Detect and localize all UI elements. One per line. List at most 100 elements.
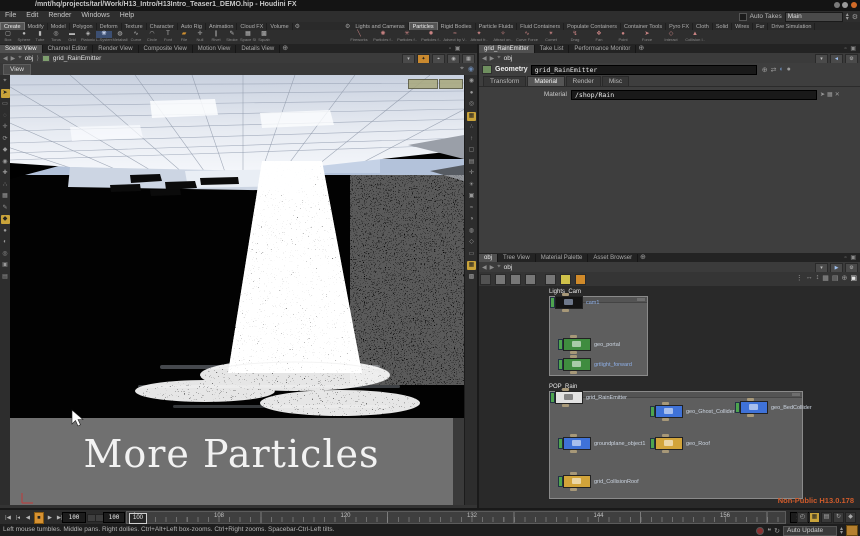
shelf-tool[interactable]: ✹ Particles f..	[419, 30, 443, 42]
shelf-tool[interactable]: ▮ Tube	[32, 30, 48, 42]
display-icon[interactable]: ☀	[467, 181, 476, 190]
toolbar-icon[interactable]: ▤	[1, 273, 10, 282]
sync-icon[interactable]: ↻	[774, 527, 780, 535]
auto-update-select[interactable]: Auto Update	[783, 526, 837, 536]
display-icon[interactable]: ∴	[467, 123, 476, 132]
take-select[interactable]: Main	[785, 12, 843, 22]
shelf-tool[interactable]: ✳ Particles f..	[395, 30, 419, 42]
node-output-connector[interactable]	[570, 450, 577, 453]
network-node[interactable]: grid_RainEmitter	[550, 392, 627, 403]
shelf-tool[interactable]: ╲ Fireworks	[347, 30, 371, 42]
shelf-gear-icon[interactable]	[295, 23, 300, 30]
shelf-tool[interactable]: ▲ Collision I..	[683, 30, 707, 42]
shelf-tab[interactable]: Fluid Containers	[517, 23, 564, 30]
param-tab[interactable]: Misc	[602, 76, 629, 87]
node-tile[interactable]	[555, 296, 583, 309]
badge-icon[interactable]	[480, 274, 491, 285]
toolbar-icon[interactable]: ⌖	[1, 77, 10, 86]
take-spinner[interactable]: ▴▾	[846, 13, 849, 21]
node-tile[interactable]	[740, 401, 768, 414]
toolbar-icon[interactable]: ◆	[1, 146, 10, 155]
frame-all-icon[interactable]: ▣	[850, 274, 857, 282]
network-node[interactable]: grid_CollisionRoof	[558, 476, 639, 487]
node-tile[interactable]	[655, 405, 683, 418]
shelf-tool[interactable]: ◈ Platonic	[80, 30, 96, 42]
badge-icon[interactable]	[510, 274, 521, 285]
list-icon[interactable]: ▤	[832, 274, 839, 282]
shelf-tool[interactable]: ✦ Attract fr..	[467, 30, 491, 42]
range-start-field[interactable]: 100	[103, 512, 125, 523]
go-start-button[interactable]: |◀	[4, 513, 12, 523]
node-output-connector[interactable]	[570, 488, 577, 491]
node-output-connector[interactable]	[747, 414, 754, 417]
network-node[interactable]: geo_portal	[558, 339, 620, 350]
shelf-tool[interactable]: ▬ Grid	[64, 30, 80, 42]
pane-controls[interactable]: ▫ ▣	[845, 45, 857, 52]
shelf-tool[interactable]: ▢ Box	[0, 30, 16, 42]
current-frame-field[interactable]: 100	[62, 512, 86, 523]
shelf-tool[interactable]: ✛ Null	[192, 30, 208, 42]
display-icon[interactable]: ◇	[467, 238, 476, 247]
breadcrumb-context[interactable]: obj	[25, 55, 34, 62]
world-icon[interactable]: ◐	[779, 66, 783, 74]
open-floating-icon[interactable]: ▦	[827, 91, 833, 98]
shelf-tab[interactable]: Volume	[267, 23, 292, 30]
layout-v-icon[interactable]: ↕	[816, 274, 820, 282]
maximize-button[interactable]	[842, 2, 848, 8]
close-button[interactable]	[851, 2, 857, 8]
toolbar-icon[interactable]: ◐	[1, 238, 10, 247]
shelf-tool[interactable]: ◠ Circle	[144, 30, 160, 42]
shelf-tool[interactable]: ❖ Fan	[587, 30, 611, 42]
shelf-tool[interactable]: T Font	[160, 30, 176, 42]
auto-takes-checkbox[interactable]	[739, 13, 747, 21]
stop-button[interactable]: ■	[34, 512, 44, 524]
shelf-tab[interactable]: Animation	[206, 23, 237, 30]
viewport-camera-icon[interactable]: ◉	[468, 65, 474, 73]
shelf-tool[interactable]: ● Sphere	[16, 30, 32, 42]
cache-indicator-icon[interactable]	[756, 527, 764, 535]
shelf-tab[interactable]: Modify	[25, 23, 48, 30]
shelf-tab[interactable]: Auto Rig	[178, 23, 206, 30]
shelf-gear-icon-right[interactable]	[345, 23, 350, 30]
badge-icon[interactable]	[545, 274, 556, 285]
display-icon[interactable]: ▣	[467, 192, 476, 201]
network-node[interactable]: cam1	[550, 297, 599, 308]
display-icon[interactable]: ▩	[467, 273, 476, 282]
breadcrumb-context[interactable]: obj	[504, 55, 513, 62]
network-node[interactable]: geo_Ghost_Collider	[650, 406, 735, 417]
shelf-tab[interactable]: Lights and Cameras	[352, 23, 408, 30]
grid-icon[interactable]: ▦	[822, 274, 829, 282]
shelf-tool[interactable]: ◇ Interact	[659, 30, 683, 42]
zoom-icon[interactable]: ⊕	[842, 274, 848, 282]
menu-item[interactable]: Help	[115, 11, 139, 20]
display-icon[interactable]: ▦	[467, 261, 476, 270]
shelf-tool[interactable]: ∿ Curve Force	[515, 30, 539, 42]
node-tile[interactable]	[563, 475, 591, 488]
node-output-connector[interactable]	[662, 418, 669, 421]
network-box[interactable]: geo_Ghost_Collider geo_BedCollider groun…	[549, 391, 803, 499]
step-back-button[interactable]: |◂	[14, 513, 22, 523]
shelf-tool[interactable]: ◎ Torus	[48, 30, 64, 42]
toolbar-icon[interactable]: ∴	[1, 181, 10, 190]
layout-h-icon[interactable]: ↔	[806, 274, 813, 282]
viewport-canvas[interactable]: More Particles	[10, 75, 464, 505]
minimize-button[interactable]	[834, 2, 840, 8]
breadcrumb-node[interactable]: grid_RainEmitter	[53, 55, 101, 62]
back-icon[interactable]: ◀	[482, 55, 487, 62]
shelf-tool[interactable]: ❋ L-System	[96, 30, 112, 42]
network-node[interactable]: grtlight_forward	[558, 359, 632, 370]
forward-icon[interactable]: ▶	[490, 55, 495, 62]
back-icon[interactable]: ◀	[482, 264, 487, 271]
toolbar-icon[interactable]: ▭	[1, 100, 10, 109]
shelf-tool[interactable]: ❙ Rivet	[208, 30, 224, 42]
playhead[interactable]: 100	[129, 513, 147, 524]
node-name-field[interactable]: grid_RainEmitter	[531, 65, 757, 75]
param-tab[interactable]: Transform	[483, 76, 526, 87]
badge-icon[interactable]	[495, 274, 506, 285]
shelf-tool[interactable]: ✧ Attract on..	[491, 30, 515, 42]
viewport-view-tab[interactable]: View	[3, 64, 31, 75]
shelf-tool[interactable]: ✴ Comet	[539, 30, 563, 42]
toolbar-icon[interactable]: ▦	[1, 192, 10, 201]
shelf-tab[interactable]: Character	[147, 23, 178, 30]
back-icon[interactable]: ◀	[3, 55, 8, 62]
